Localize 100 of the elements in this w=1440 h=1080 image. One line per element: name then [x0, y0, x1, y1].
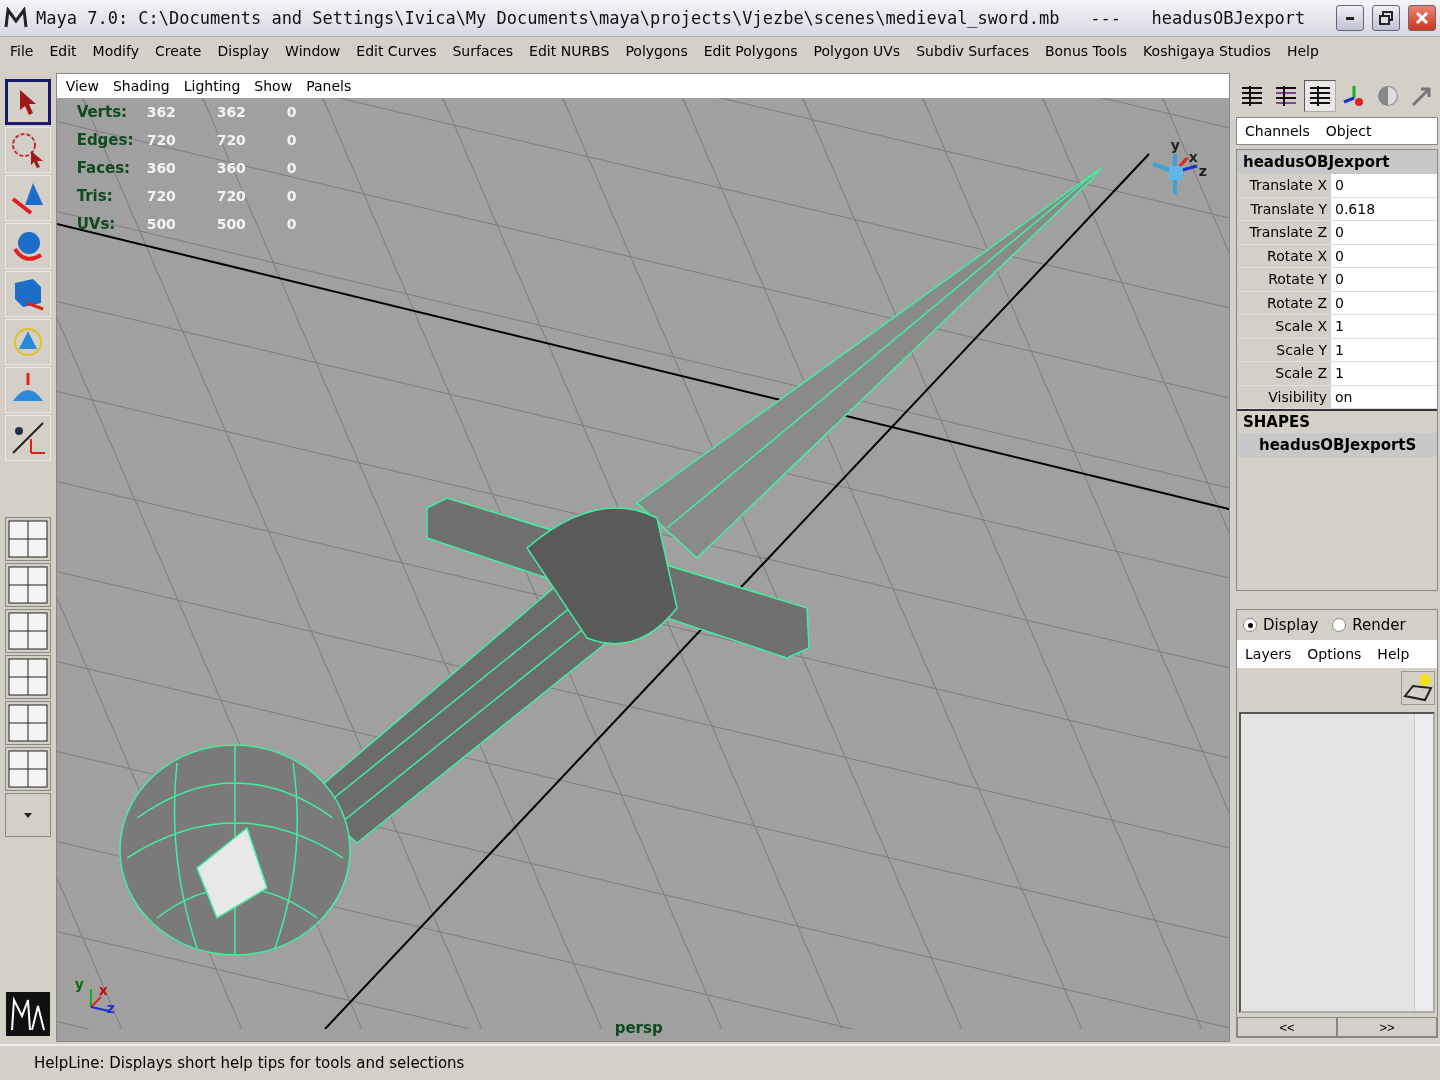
axis-label: y: [74, 977, 84, 991]
menu-item[interactable]: Display: [209, 43, 278, 59]
panel-menu-item[interactable]: Panels: [299, 78, 359, 94]
hud-value: 720: [216, 131, 247, 150]
attribute-value[interactable]: 0: [1331, 244, 1437, 267]
menu-item[interactable]: Edit Polygons: [695, 43, 806, 59]
menu-item[interactable]: Polygons: [617, 43, 696, 59]
menu-item[interactable]: Create: [146, 43, 210, 59]
nav-button[interactable]: >>: [1337, 1017, 1437, 1037]
hud-value: 0: [286, 187, 298, 206]
diagonal-arrow-icon: [1411, 85, 1433, 107]
new-layer-icon: [1403, 672, 1433, 702]
layout-button[interactable]: [4, 517, 51, 561]
close-button[interactable]: [1408, 5, 1436, 31]
nav-button[interactable]: <<: [1237, 1017, 1337, 1037]
caret-icon: [23, 812, 32, 818]
menu-item[interactable]: Edit: [41, 43, 85, 59]
attribute-value[interactable]: 1: [1331, 338, 1437, 361]
list-icon: [1240, 85, 1264, 107]
axis-label: y: [1170, 138, 1180, 152]
attribute-value[interactable]: 0: [1331, 221, 1437, 244]
menu-item[interactable]: File: [2, 43, 42, 59]
layer-menu-item[interactable]: Layers: [1237, 646, 1300, 662]
radio-dot[interactable]: [1332, 618, 1347, 632]
panel-layout-icon: [7, 658, 48, 696]
layout-button[interactable]: [4, 563, 51, 607]
attribute-value[interactable]: 0: [1331, 174, 1437, 197]
channel-menu-item[interactable]: Channels: [1237, 123, 1318, 139]
hud-value: 360: [216, 159, 247, 178]
minimize-button[interactable]: [1336, 5, 1364, 31]
attribute-value[interactable]: 0: [1331, 268, 1437, 291]
layer-menu-item[interactable]: Options: [1299, 646, 1370, 662]
camera-label: persp: [614, 1019, 663, 1037]
menu-item[interactable]: Modify: [84, 43, 147, 59]
attribute-name: Translate X: [1248, 176, 1328, 195]
menu-item[interactable]: Help: [1278, 43, 1327, 59]
axis-label: z: [1198, 164, 1207, 178]
attribute-name: Rotate X: [1266, 246, 1328, 266]
axes-icon: [1342, 84, 1366, 108]
attribute-name: Rotate Y: [1267, 270, 1328, 289]
attribute-value[interactable]: 0.618: [1331, 197, 1437, 220]
shape-name[interactable]: headusOBJexportS: [1237, 433, 1437, 457]
attribute-name: Scale Y: [1275, 340, 1328, 360]
restore-icon: [1379, 11, 1393, 25]
radio-dot[interactable]: [1243, 618, 1257, 632]
minimize-icon: [1346, 16, 1354, 20]
panel-menu-item[interactable]: Show: [247, 78, 300, 94]
panel-layout-icon: [7, 750, 48, 788]
hud-value: 362: [146, 103, 177, 122]
dropdown-button[interactable]: [4, 793, 51, 837]
menu-item[interactable]: Koshigaya Studios: [1135, 43, 1279, 59]
restore-button[interactable]: [1372, 5, 1400, 31]
tool-button[interactable]: [4, 79, 51, 125]
attribute-name: Visibility: [1267, 387, 1328, 407]
radio-option[interactable]: Display: [1243, 616, 1319, 634]
menu-item[interactable]: Polygon UVs: [805, 43, 909, 59]
hud-value: 0: [286, 103, 298, 122]
attribute-list-icon: [1308, 85, 1332, 107]
help-line-text: HelpLine: Displays short help tips for tools and selections: [34, 1054, 465, 1072]
menu-item[interactable]: Bonus Tools: [1036, 43, 1136, 59]
app-logo-icon: [4, 7, 28, 29]
panel-menu-item[interactable]: View: [58, 78, 106, 94]
layer-menu-item[interactable]: Help: [1369, 646, 1418, 662]
layout-button[interactable]: [4, 701, 51, 745]
menu-item[interactable]: Edit Curves: [348, 43, 445, 59]
colored-list-icon: [1274, 85, 1298, 107]
panel-layout-icon: [7, 704, 48, 742]
panel-menu-item[interactable]: Lighting: [176, 78, 248, 94]
hud-label: Faces:: [76, 158, 132, 178]
channel-menu-item[interactable]: Object: [1317, 123, 1380, 139]
object-name[interactable]: headusOBJexport: [1237, 150, 1437, 174]
layout-button[interactable]: [4, 655, 51, 699]
channel-mode-button[interactable]: [1304, 80, 1336, 112]
new-layer-button[interactable]: [1401, 671, 1435, 705]
attribute-value[interactable]: 1: [1331, 315, 1437, 338]
menu-item[interactable]: Edit NURBS: [521, 43, 618, 59]
hud-value: 0: [286, 131, 298, 150]
menu-item[interactable]: Subdiv Surfaces: [908, 43, 1037, 59]
hud-value: 720: [146, 187, 177, 206]
attribute-value[interactable]: on: [1331, 385, 1437, 408]
axis-label: x: [98, 983, 108, 997]
attribute-value[interactable]: 1: [1331, 362, 1437, 385]
layout-button[interactable]: [4, 609, 51, 653]
attribute-value[interactable]: 0: [1331, 291, 1437, 314]
layout-button[interactable]: [4, 747, 51, 791]
attribute-name: Scale Z: [1274, 364, 1328, 383]
panel-menu-item[interactable]: Shading: [105, 78, 177, 94]
menu-item[interactable]: Surfaces: [444, 43, 522, 59]
panel-layout-icon: [7, 612, 48, 650]
hud-label: UVs:: [76, 214, 117, 234]
window-title: Maya 7.0: C:\Documents and Settings\Ivica\My Documents\maya\projects\Vjezbe\scenes\medieval_sword.mb --- headusOBJexport: [36, 8, 1307, 28]
radio-option[interactable]: Render: [1332, 616, 1406, 634]
hud-value: 720: [146, 131, 177, 150]
menu-item[interactable]: Window: [277, 43, 349, 59]
panel-layout-icon: [7, 520, 48, 558]
axis-label: x: [1188, 150, 1198, 164]
close-icon: [1415, 11, 1429, 25]
scrollbar[interactable]: [1414, 714, 1433, 1011]
hud-label: Verts:: [76, 102, 129, 122]
panel-layout-icon: [7, 566, 48, 604]
